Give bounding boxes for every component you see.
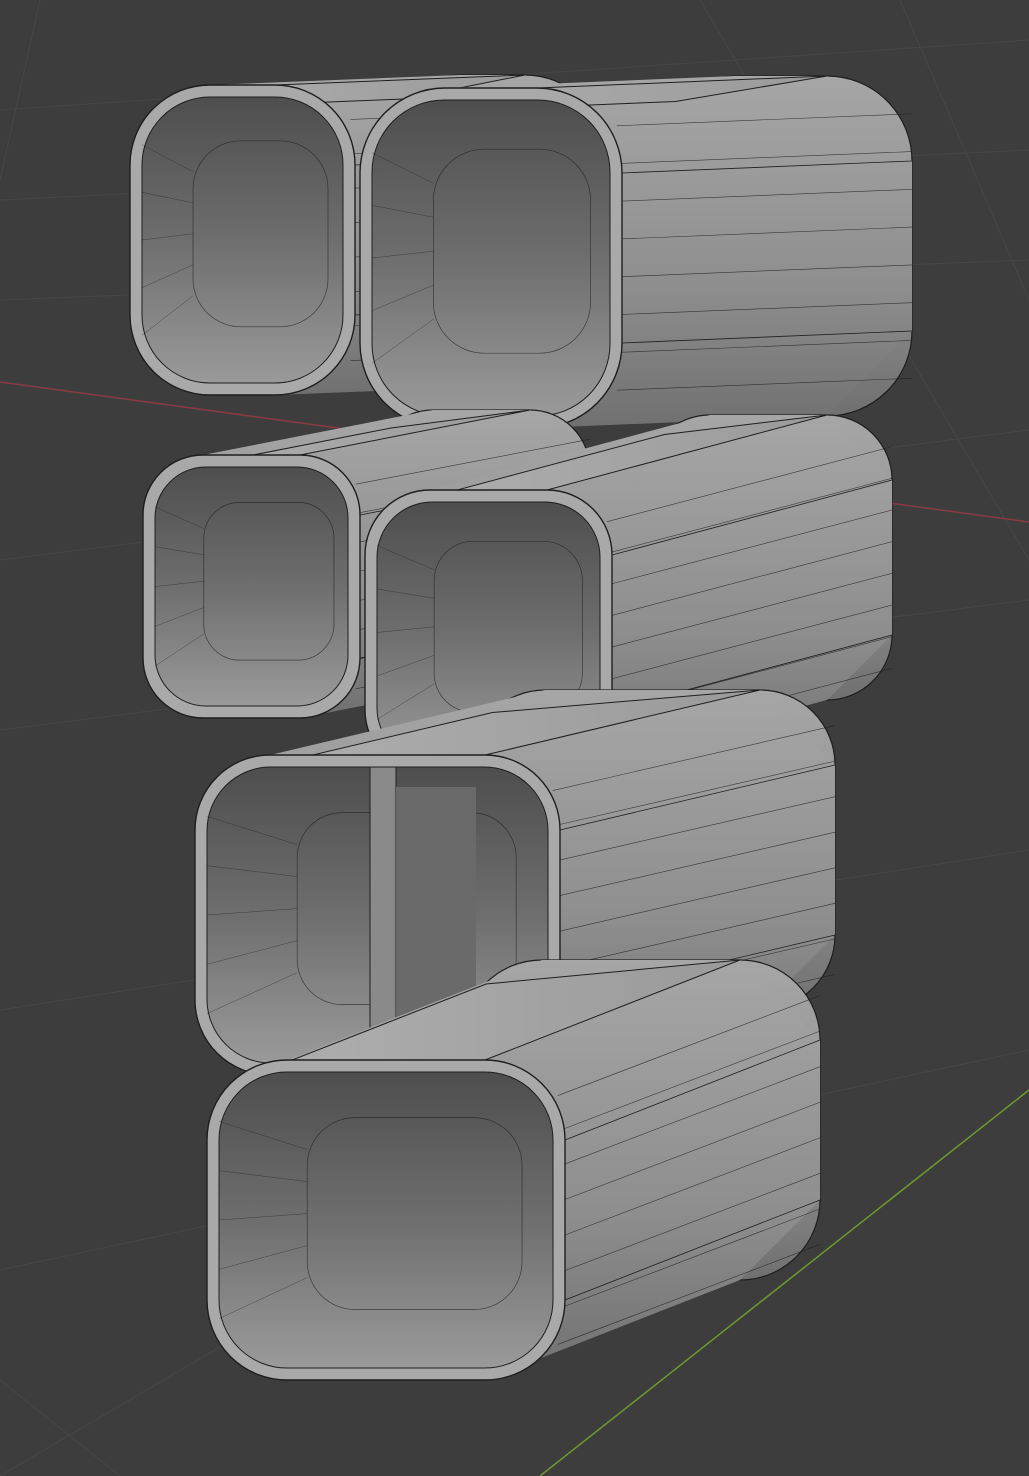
tube-opening — [371, 99, 611, 417]
tube-opening — [141, 96, 344, 384]
grid-line — [0, 1379, 121, 1476]
grid-line — [0, 0, 41, 181]
divider-panel — [369, 766, 397, 1064]
divider-shadow — [396, 787, 476, 1023]
tube-opening — [218, 1071, 554, 1369]
mesh-objects[interactable] — [129, 74, 913, 1381]
tube-mesh — [359, 75, 913, 429]
grid-line — [899, 0, 1029, 301]
viewport-canvas[interactable] — [0, 0, 1029, 1476]
tube-opening — [154, 466, 349, 707]
3d-viewport[interactable] — [0, 0, 1029, 1476]
